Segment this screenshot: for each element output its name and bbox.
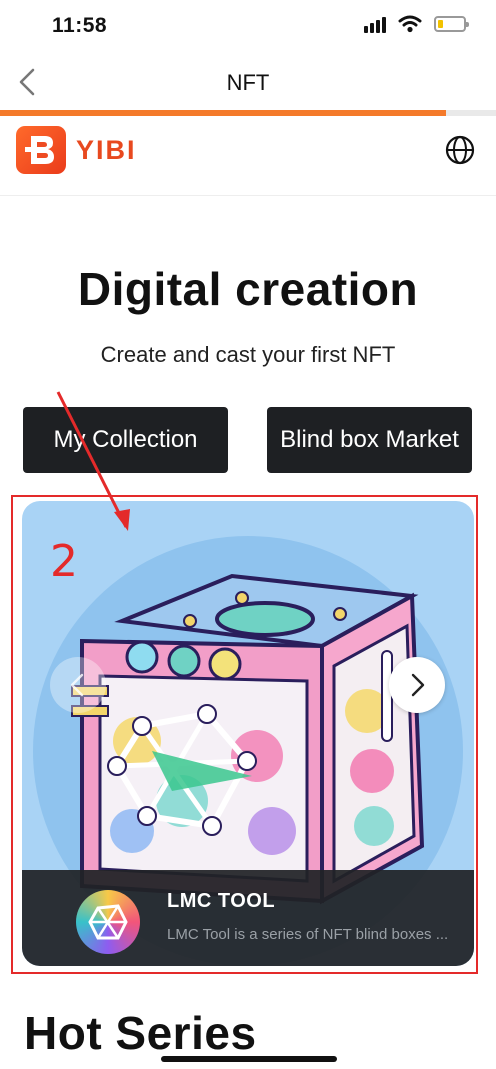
hot-series-heading: Hot Series	[24, 1007, 257, 1059]
my-collection-button[interactable]: My Collection	[23, 407, 228, 473]
battery-level	[438, 20, 444, 28]
annotation-number: 2	[50, 536, 78, 582]
chevron-left-icon	[70, 673, 84, 697]
logo-wordmark: YIBI	[76, 134, 137, 165]
status-icons	[364, 15, 469, 33]
carousel-prev-button[interactable]	[50, 657, 106, 713]
nav-bar: NFT	[0, 52, 496, 110]
collection-avatar	[76, 890, 140, 954]
signal-icon	[364, 15, 386, 33]
logo[interactable]: YIBI	[16, 126, 137, 174]
hero-subtitle: Create and cast your first NFT	[100, 342, 396, 367]
svg-text:2: 2	[50, 536, 78, 582]
banner-caption: LMC TOOL LMC Tool is a series of NFT bli…	[22, 870, 474, 966]
home-indicator	[161, 1056, 337, 1062]
logo-mark-icon	[16, 126, 66, 174]
chevron-right-icon	[411, 673, 425, 697]
banner-description: LMC Tool is a series of NFT blind boxes …	[167, 926, 449, 943]
banner-title: LMC TOOL	[167, 890, 276, 912]
globe-icon[interactable]	[444, 134, 476, 166]
hero-title: Digital creation	[77, 263, 419, 315]
status-time: 11:58	[52, 14, 108, 37]
page-title: NFT	[226, 70, 270, 95]
wifi-icon	[398, 15, 422, 33]
carousel-next-button[interactable]	[389, 657, 445, 713]
blind-box-market-button[interactable]: Blind box Market	[267, 407, 472, 473]
battery-icon	[434, 16, 469, 32]
brand-header: YIBI	[0, 116, 496, 196]
status-bar: 11:58	[0, 0, 496, 50]
